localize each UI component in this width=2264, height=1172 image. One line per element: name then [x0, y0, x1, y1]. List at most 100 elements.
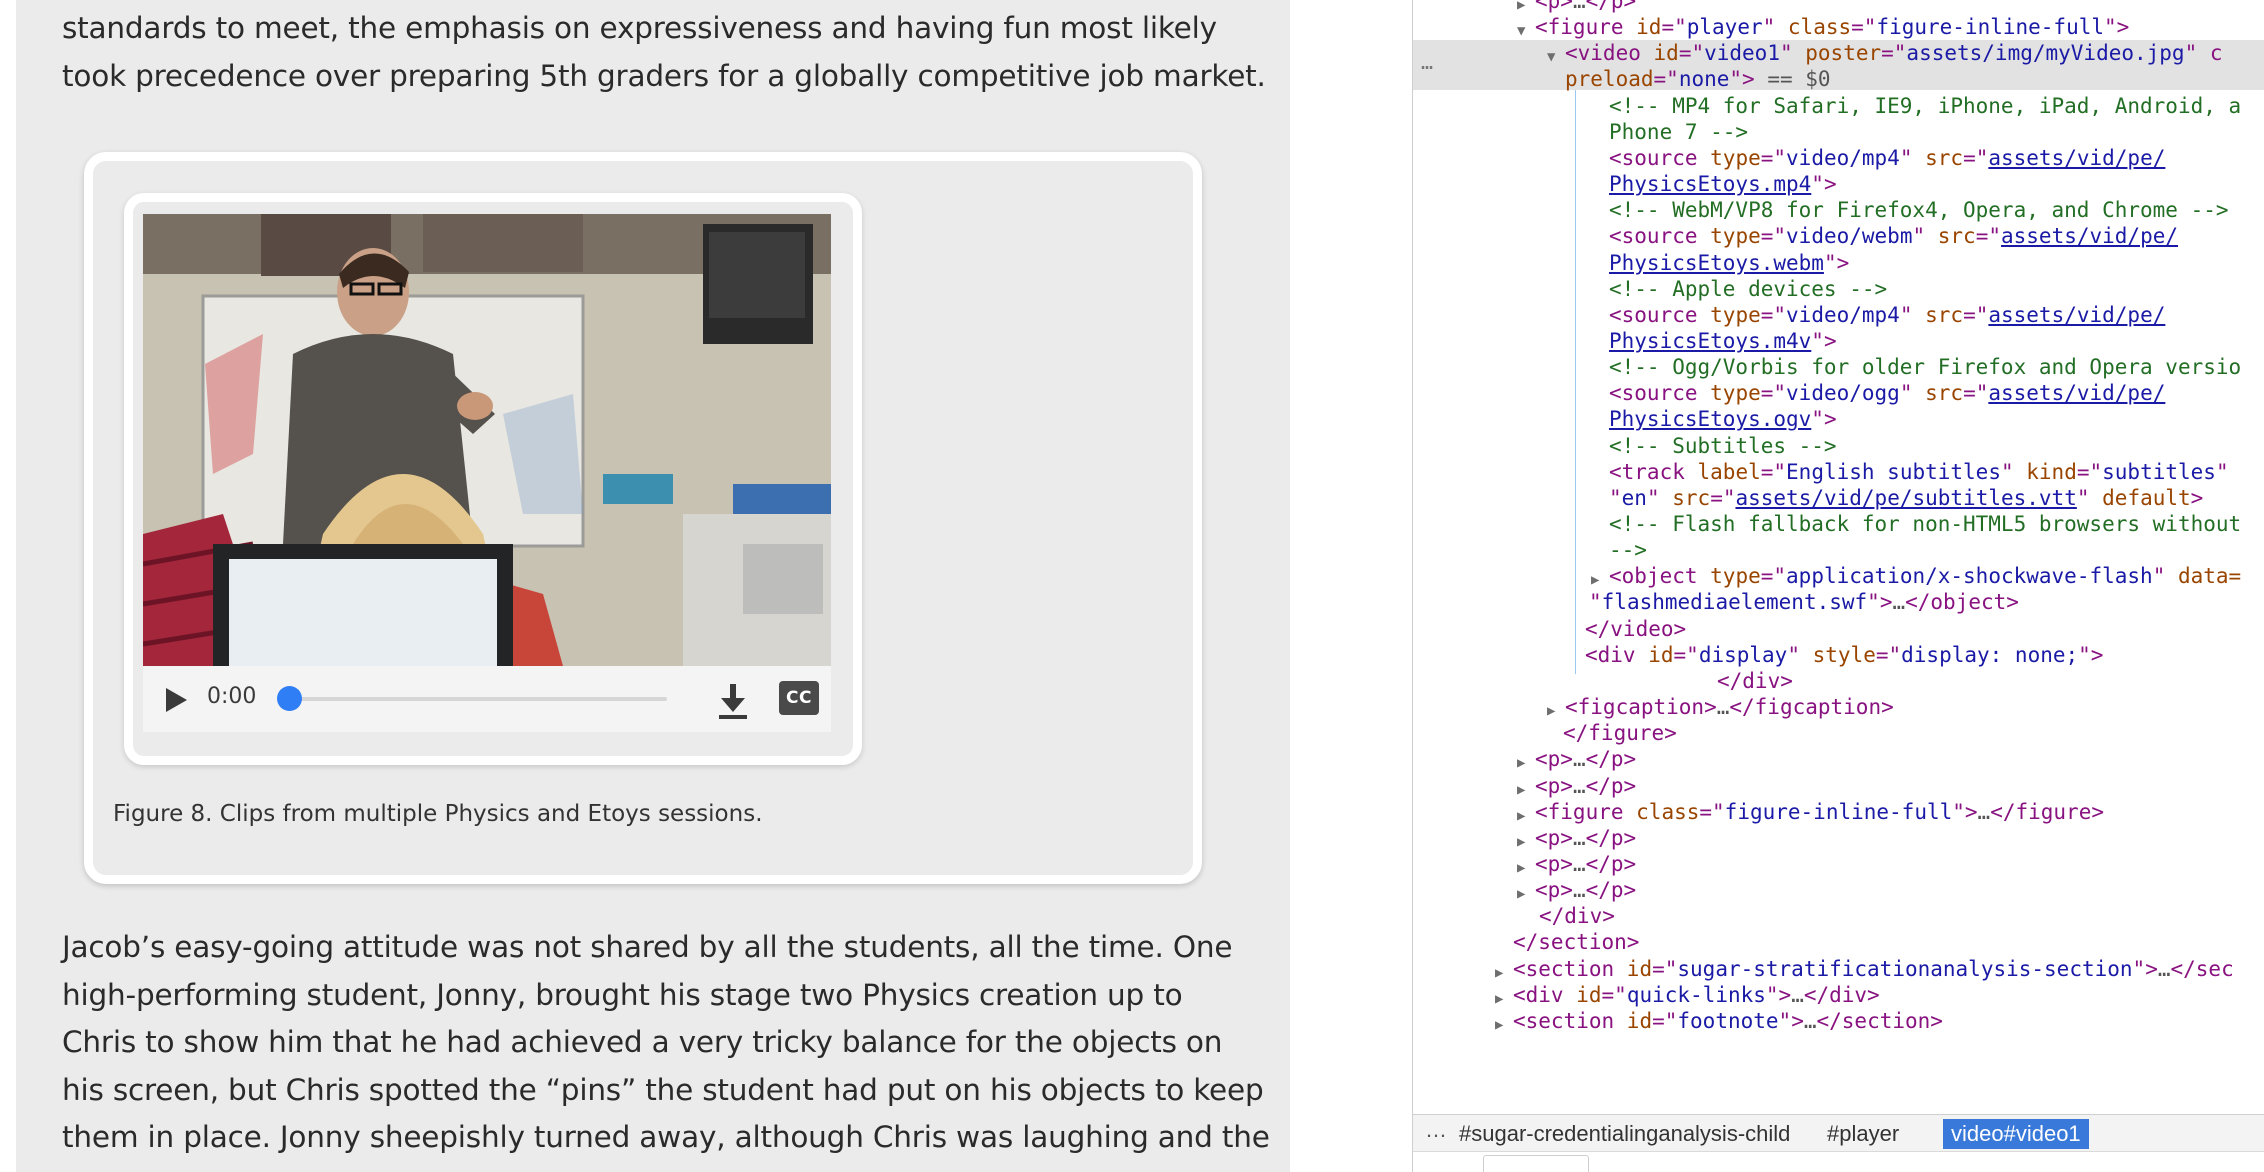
dom-node-line[interactable]: <!-- WebM/VP8 for Firefox4, Opera, and C… — [1413, 197, 2264, 223]
dom-node-line[interactable]: <div id="display" style="display: none;"… — [1413, 642, 2264, 668]
token: "> — [2132, 956, 2158, 981]
expand-triangle-icon[interactable]: ▶ — [1547, 698, 1555, 720]
dom-node-text: PhysicsEtoys.mp4"> — [1609, 171, 1837, 197]
dom-node-line[interactable]: PhysicsEtoys.m4v"> — [1413, 328, 2264, 354]
dom-node-line[interactable]: <!-- Flash fallback for non-HTML5 browse… — [1413, 511, 2264, 537]
breadcrumb-overflow[interactable]: … — [1425, 1117, 1447, 1143]
download-icon[interactable] — [717, 682, 749, 720]
dom-node-line[interactable]: <source type="video/mp4" src="assets/vid… — [1413, 145, 2264, 171]
token: … — [1572, 773, 1586, 798]
expand-triangle-icon[interactable]: ▶ — [1517, 750, 1525, 772]
token: =" — [1710, 485, 1736, 510]
token: <section — [1513, 1008, 1627, 1033]
token: application/x-shockwave-flash — [1786, 564, 2153, 589]
collapse-triangle-icon[interactable]: ▼ — [1517, 18, 1525, 40]
paragraph-line: them in place. Jonny sheepishly turned a… — [62, 1120, 1270, 1154]
dom-node-line[interactable]: ▶ <figure class="figure-inline-full">…</f… — [1413, 799, 2264, 825]
expand-triangle-icon[interactable]: ▶ — [1495, 1012, 1503, 1034]
dom-node-line[interactable]: <!-- Subtitles --> — [1413, 433, 2264, 459]
dom-node-line[interactable]: ▶ <p>…</p> — [1413, 851, 2264, 877]
dom-node-line[interactable]: <!-- MP4 for Safari, IE9, iPhone, iPad, … — [1413, 93, 2264, 119]
dom-node-text: PhysicsEtoys.ogv"> — [1609, 406, 1837, 432]
expand-triangle-icon[interactable]: ▶ — [1495, 960, 1503, 982]
expand-triangle-icon[interactable]: ▶ — [1517, 777, 1525, 799]
dom-node-line[interactable]: ▶ <div id="quick-links">…</div> — [1413, 982, 2264, 1008]
dom-node-line[interactable]: "en" src="assets/vid/pe/subtitles.vtt" d… — [1413, 485, 2264, 511]
token: =" — [1963, 145, 1989, 170]
dom-node-line[interactable]: ▶ <object type="application/x-shockwave-f… — [1413, 563, 2264, 589]
dom-node-line[interactable]: ▶ <figcaption>…</figcaption> — [1413, 694, 2264, 720]
token: </figure> — [1990, 799, 2104, 824]
video-poster[interactable] — [143, 214, 831, 666]
breadcrumb-item[interactable]: #sugar-credentialinganalysis-child — [1451, 1119, 1798, 1149]
expand-triangle-icon[interactable]: ▶ — [1517, 881, 1525, 903]
expand-triangle-icon[interactable]: ▶ — [1495, 986, 1503, 1008]
dom-node-line[interactable]: PhysicsEtoys.webm"> — [1413, 250, 2264, 276]
dom-node-text: PhysicsEtoys.m4v"> — [1609, 328, 1837, 354]
dom-node-line[interactable]: ▶ <p>…</p> — [1413, 877, 2264, 903]
token: <p> — [1535, 0, 1573, 13]
dom-node-line[interactable]: <source type="video/ogg" src="assets/vid… — [1413, 380, 2264, 406]
token: =" — [1760, 459, 1787, 484]
expand-triangle-icon[interactable]: ▶ — [1517, 855, 1525, 877]
dom-node-line[interactable]: <track label="English subtitles" kind="s… — [1413, 459, 2264, 485]
dom-node-line[interactable]: ▶ <p>…</p> — [1413, 0, 2264, 14]
token: src — [1672, 485, 1711, 510]
drawer-tab[interactable] — [1483, 1155, 1589, 1172]
seek-handle[interactable] — [277, 686, 302, 711]
dom-node-line[interactable]: ▼ <figure id="player" class="figure-inlin… — [1413, 14, 2264, 40]
token: <!-- Ogg/Vorbis for older Firefox and Op… — [1609, 355, 2242, 380]
dom-node-line[interactable]: ▶ <section id="footnote">…</section> — [1413, 1008, 2264, 1034]
token: <video — [1565, 41, 1654, 66]
paragraph-line: Jacob’s easy-going attitude was not shar… — [62, 930, 1233, 964]
token: assets/vid/pe/ — [1988, 302, 2166, 327]
expand-triangle-icon[interactable]: ▶ — [1517, 803, 1525, 825]
token: --> — [1609, 538, 1647, 563]
token: src — [1925, 302, 1964, 327]
token: " — [1762, 15, 1788, 40]
token: src — [1925, 145, 1964, 170]
token: … — [2157, 956, 2171, 981]
dom-node-line[interactable]: ▶ <section id="sugar-stratificationanalys… — [1413, 956, 2264, 982]
token: PhysicsEtoys.webm — [1609, 250, 1824, 275]
dom-node-line[interactable]: --> — [1413, 537, 2264, 563]
dom-node-line[interactable]: </section> — [1413, 929, 2264, 955]
token: </figcaption> — [1729, 695, 1894, 720]
dom-node-line[interactable]: PhysicsEtoys.mp4"> — [1413, 171, 2264, 197]
dom-node-text: <video id="video1" poster="assets/img/my… — [1565, 40, 2223, 66]
breadcrumb-item-selected[interactable]: video#video1 — [1943, 1119, 2089, 1149]
dom-node-line[interactable]: ▶ <p>…</p> — [1413, 773, 2264, 799]
dom-node-line[interactable]: </video> — [1413, 616, 2264, 642]
captions-button[interactable]: CC — [779, 681, 819, 715]
dom-node-line[interactable]: </div> — [1413, 903, 2264, 929]
dom-tree[interactable]: ▶ <p>…</p> ▼ <figure id="player" class="fig… — [1413, 0, 2264, 1112]
play-icon[interactable] — [163, 686, 189, 714]
dom-node-line[interactable]: </figure> — [1413, 720, 2264, 746]
dom-node-line[interactable]: "flashmediaelement.swf">…</object> — [1413, 589, 2264, 615]
expand-triangle-icon[interactable]: ▶ — [1517, 0, 1525, 14]
paragraph-top: standards to meet, the emphasis on expre… — [62, 5, 1266, 100]
token: assets/img/myVideo.jpg — [1906, 41, 2185, 66]
dom-node-line[interactable]: </div> — [1413, 668, 2264, 694]
dom-node-line[interactable]: ▶ <p>…</p> — [1413, 825, 2264, 851]
token: type — [1710, 224, 1761, 249]
breadcrumb-item[interactable]: #player — [1819, 1119, 1907, 1149]
dom-node-line[interactable]: ▶ <p>…</p> — [1413, 746, 2264, 772]
expand-triangle-icon[interactable]: ▶ — [1591, 567, 1599, 589]
token: footnote — [1677, 1008, 1779, 1033]
dom-node-line[interactable]: <source type="video/mp4" src="assets/vid… — [1413, 302, 2264, 328]
token: … — [1572, 825, 1586, 850]
token: </div> — [1539, 904, 1615, 929]
token: video/webm — [1786, 224, 1913, 249]
dom-node-line[interactable]: PhysicsEtoys.ogv"> — [1413, 406, 2264, 432]
token: <p> — [1535, 878, 1573, 903]
dom-node-line[interactable]: <source type="video/webm" src="assets/vi… — [1413, 223, 2264, 249]
expand-triangle-icon[interactable]: ▶ — [1517, 829, 1525, 851]
seek-bar[interactable] — [289, 697, 667, 701]
token: preload — [1565, 67, 1654, 92]
dom-node-line[interactable]: <!-- Ogg/Vorbis for older Firefox and Op… — [1413, 354, 2264, 380]
dom-node-line[interactable]: <!-- Apple devices --> — [1413, 276, 2264, 302]
dom-node-line[interactable]: Phone 7 --> — [1413, 119, 2264, 145]
dom-node-line[interactable]: preload="none"> == $0 — [1413, 66, 2264, 92]
token: <!-- MP4 for Safari, IE9, iPhone, iPad, … — [1609, 93, 2242, 118]
